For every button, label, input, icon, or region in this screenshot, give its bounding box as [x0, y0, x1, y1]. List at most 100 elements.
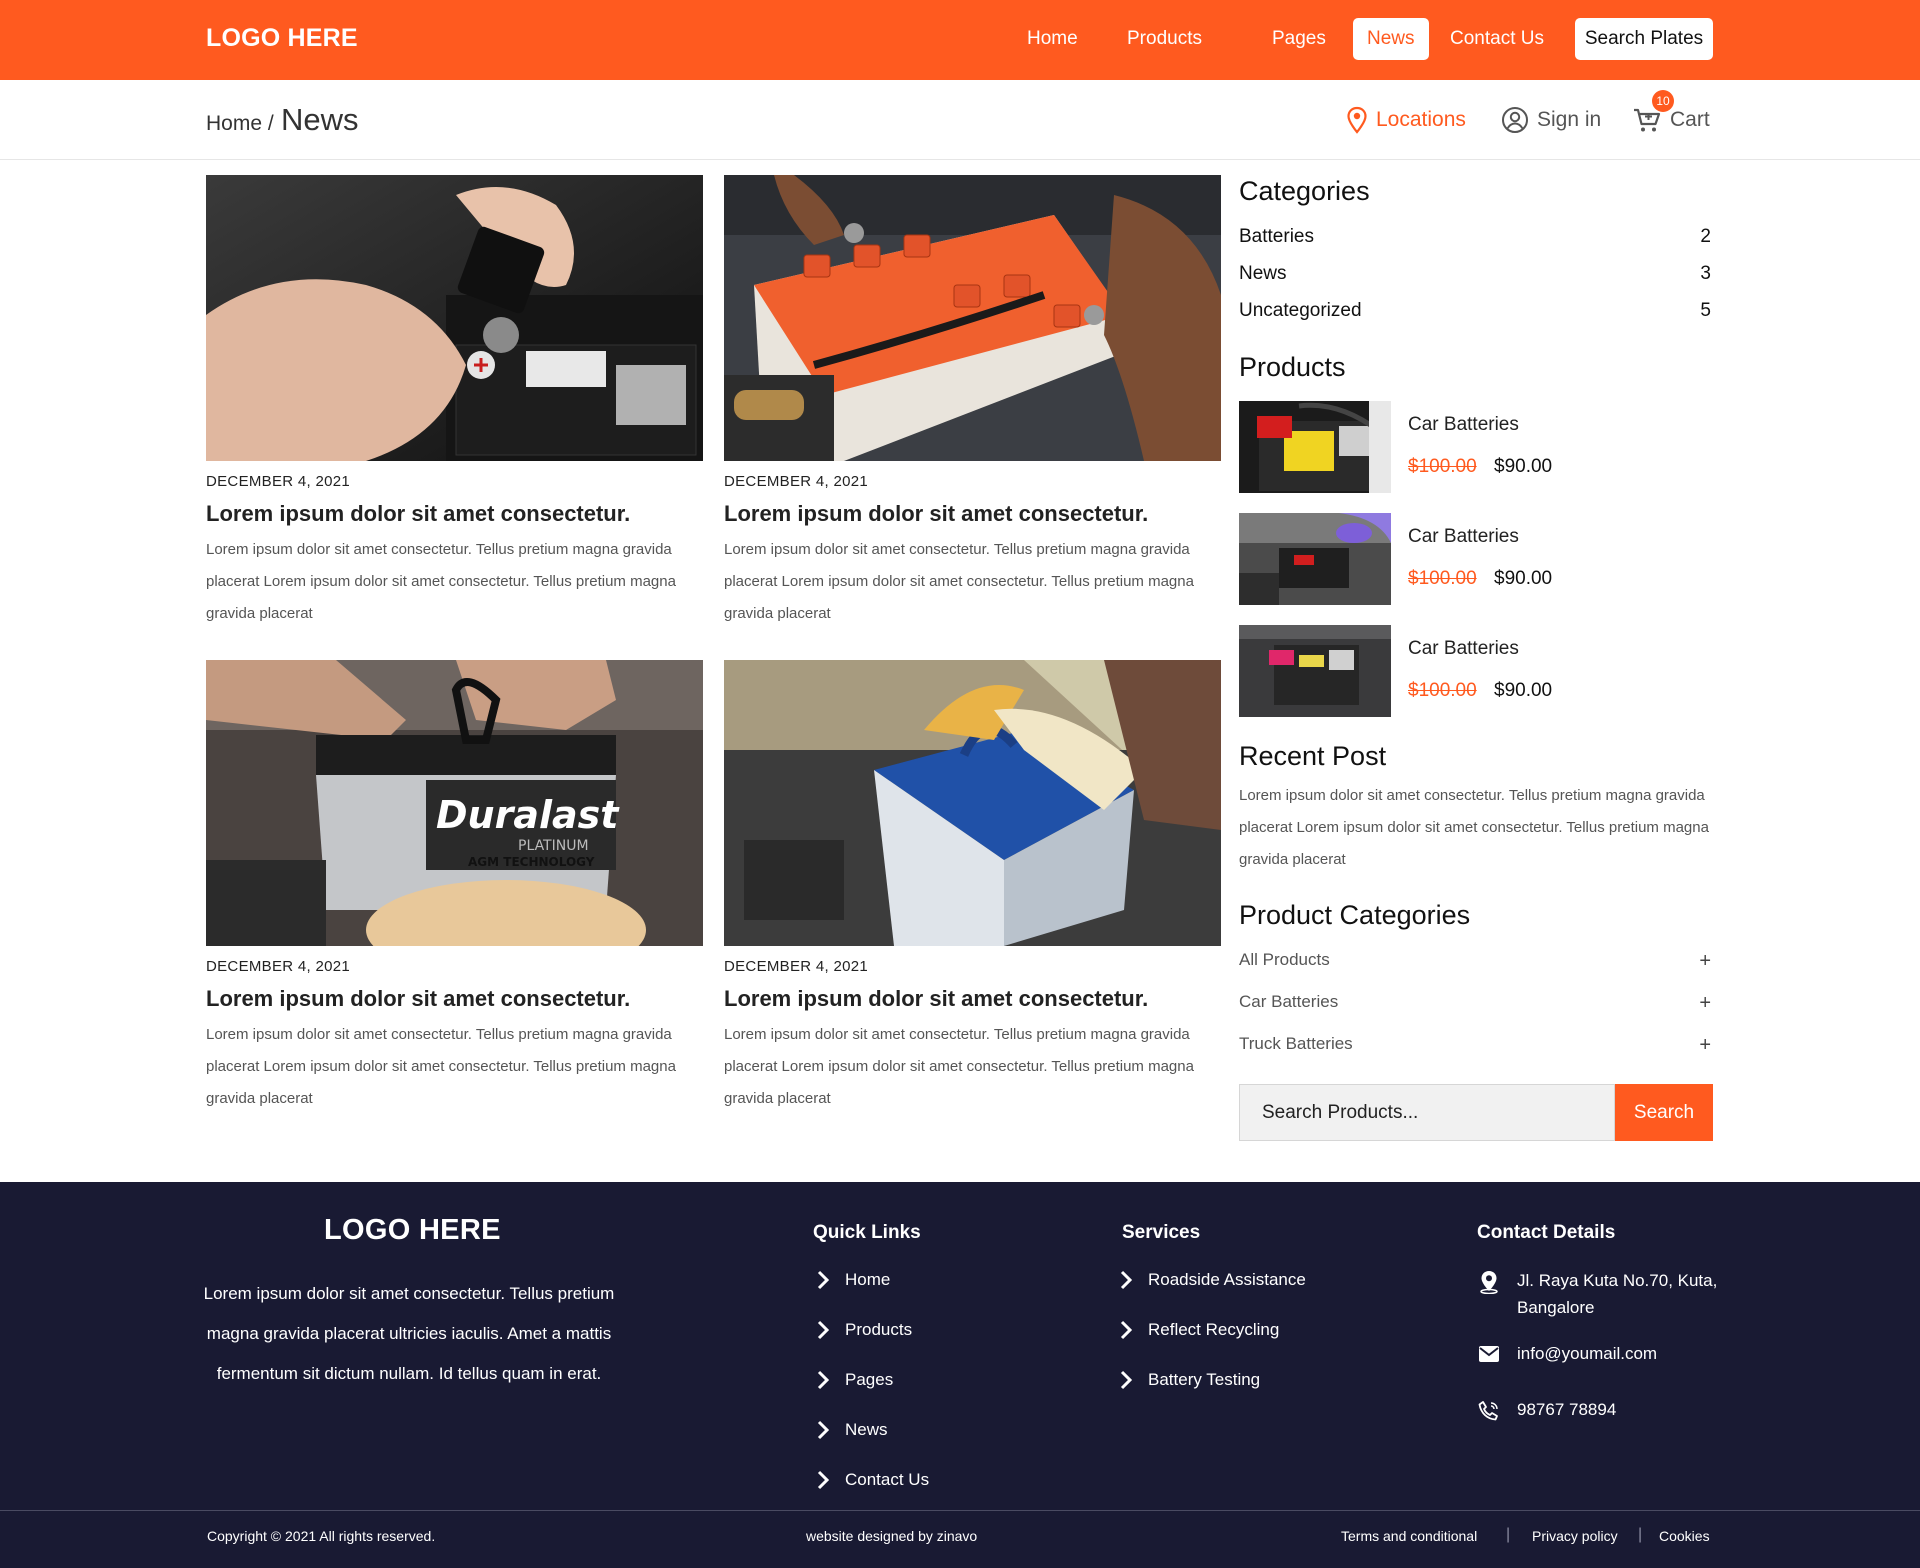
chevron-right-icon	[1120, 1270, 1132, 1290]
cart-count-badge: 10	[1652, 90, 1674, 112]
locations-link[interactable]: Locations	[1346, 106, 1466, 134]
chevron-right-icon	[817, 1320, 829, 1340]
category-name: News	[1239, 263, 1287, 284]
post-date: DECEMBER 4, 2021	[206, 473, 351, 490]
sign-in-label: Sign in	[1537, 108, 1602, 131]
product-category-item[interactable]: Car Batteries +	[1239, 992, 1711, 1015]
footer-link-news[interactable]: News	[817, 1420, 888, 1440]
post-title[interactable]: Lorem ipsum dolor sit amet consectetur.	[724, 501, 1148, 527]
designer-credit[interactable]: website designed by zinavo	[806, 1528, 977, 1544]
category-item[interactable]: Uncategorized 5	[1239, 300, 1711, 322]
post-date: DECEMBER 4, 2021	[724, 473, 869, 490]
contact-details-heading: Contact Details	[1477, 1222, 1616, 1243]
product-price: $90.00	[1494, 568, 1553, 589]
search-products-input[interactable]: Search Products...	[1239, 1084, 1615, 1141]
duralast-logo-text: Duralast	[436, 793, 620, 837]
terms-link[interactable]: Terms and conditional	[1341, 1528, 1477, 1544]
site-logo[interactable]: LOGO HERE	[206, 24, 358, 53]
chevron-right-icon	[817, 1470, 829, 1490]
category-name: Uncategorized	[1239, 300, 1362, 321]
footer-service-link[interactable]: Battery Testing	[1120, 1370, 1260, 1390]
category-name: Batteries	[1239, 226, 1314, 247]
post-image[interactable]	[206, 175, 703, 461]
product-categories-heading: Product Categories	[1239, 900, 1471, 930]
footer-service-link[interactable]: Reflect Recycling	[1120, 1320, 1279, 1340]
footer-link-home[interactable]: Home	[817, 1270, 890, 1290]
sign-in-link[interactable]: Sign in	[1501, 106, 1601, 134]
quick-links-heading: Quick Links	[813, 1222, 921, 1243]
recent-post-heading: Recent Post	[1239, 741, 1387, 771]
footer-separator: |	[1638, 1526, 1643, 1543]
nav-pages[interactable]: Pages	[1272, 18, 1326, 60]
product-thumbnail[interactable]	[1239, 625, 1391, 717]
nav-contact-us[interactable]: Contact Us	[1450, 18, 1544, 60]
chevron-right-icon	[817, 1420, 829, 1440]
category-item[interactable]: Batteries 2	[1239, 226, 1711, 248]
cookies-link[interactable]: Cookies	[1659, 1528, 1710, 1544]
footer-about-text: Lorem ipsum dolor sit amet consectetur. …	[203, 1284, 615, 1383]
product-thumbnail[interactable]	[1239, 513, 1391, 605]
footer-link-label: Contact Us	[845, 1470, 930, 1489]
product-category-item[interactable]: All Products +	[1239, 950, 1711, 973]
category-count: 3	[1700, 263, 1711, 284]
cart-label: Cart	[1670, 108, 1710, 131]
post-title[interactable]: Lorem ipsum dolor sit amet consectetur.	[206, 501, 630, 527]
product-category-name: Truck Batteries	[1239, 1034, 1353, 1053]
address-line-2: Bangalore	[1517, 1298, 1595, 1317]
product-name[interactable]: Car Batteries	[1408, 638, 1519, 660]
duralast-subtitle-text: PLATINUM	[518, 838, 589, 854]
products-heading: Products	[1239, 352, 1346, 382]
footer-service-label: Roadside Assistance	[1148, 1270, 1306, 1289]
footer-link-pages[interactable]: Pages	[817, 1370, 893, 1390]
post-excerpt: Lorem ipsum dolor sit amet consectetur. …	[206, 541, 676, 622]
duralast-tagline-text: AGM TECHNOLOGY	[468, 855, 595, 869]
product-category-item[interactable]: Truck Batteries +	[1239, 1034, 1711, 1057]
post-image[interactable]: Duralast PLATINUM AGM TECHNOLOGY	[206, 660, 703, 946]
product-price: $90.00	[1494, 456, 1553, 477]
expand-plus-icon[interactable]: +	[1699, 950, 1711, 973]
footer-link-contact-us[interactable]: Contact Us	[817, 1470, 929, 1490]
categories-heading: Categories	[1239, 176, 1370, 206]
footer-service-label: Reflect Recycling	[1148, 1320, 1280, 1339]
product-name[interactable]: Car Batteries	[1408, 414, 1519, 436]
phone-icon	[1478, 1401, 1498, 1421]
expand-plus-icon[interactable]: +	[1699, 992, 1711, 1015]
product-category-name: All Products	[1239, 950, 1330, 969]
product-old-price: $100.00	[1408, 680, 1477, 701]
footer-logo[interactable]: LOGO HERE	[324, 1214, 501, 1247]
post-image[interactable]	[724, 175, 1221, 461]
nav-news[interactable]: News	[1353, 18, 1429, 60]
location-pin-icon	[1347, 106, 1367, 134]
product-price: $90.00	[1494, 680, 1553, 701]
footer-link-label: News	[845, 1420, 888, 1439]
footer-link-label: Pages	[845, 1370, 894, 1389]
post-image[interactable]	[724, 660, 1221, 946]
footer-service-link[interactable]: Roadside Assistance	[1120, 1270, 1306, 1290]
chevron-right-icon	[817, 1370, 829, 1390]
breadcrumb-home-link[interactable]: Home /	[206, 112, 274, 136]
email-icon	[1479, 1346, 1499, 1362]
product-category-name: Car Batteries	[1239, 992, 1339, 1011]
user-icon	[1502, 107, 1528, 133]
post-title[interactable]: Lorem ipsum dolor sit amet consectetur.	[724, 986, 1148, 1012]
search-plates-button[interactable]: Search Plates	[1575, 18, 1713, 60]
footer-phone-link[interactable]: 98767 78894	[1517, 1396, 1616, 1423]
chevron-right-icon	[1120, 1320, 1132, 1340]
nav-home[interactable]: Home	[1027, 18, 1078, 60]
nav-products[interactable]: Products	[1127, 18, 1202, 60]
cart-link[interactable]: Cart	[1632, 106, 1710, 134]
search-button[interactable]: Search	[1615, 1084, 1713, 1141]
location-pin-icon	[1480, 1271, 1498, 1294]
post-title[interactable]: Lorem ipsum dolor sit amet consectetur.	[206, 986, 630, 1012]
category-item[interactable]: News 3	[1239, 263, 1711, 285]
footer-email-link[interactable]: info@youmail.com	[1517, 1340, 1657, 1367]
recent-post-text[interactable]: Lorem ipsum dolor sit amet consectetur. …	[1239, 780, 1711, 876]
footer-link-products[interactable]: Products	[817, 1320, 912, 1340]
services-heading: Services	[1122, 1222, 1201, 1243]
copyright-text: Copyright © 2021 All rights reserved.	[207, 1528, 436, 1544]
chevron-right-icon	[817, 1270, 829, 1290]
product-name[interactable]: Car Batteries	[1408, 526, 1519, 548]
product-thumbnail[interactable]	[1239, 401, 1391, 493]
privacy-policy-link[interactable]: Privacy policy	[1532, 1528, 1618, 1544]
expand-plus-icon[interactable]: +	[1699, 1034, 1711, 1057]
